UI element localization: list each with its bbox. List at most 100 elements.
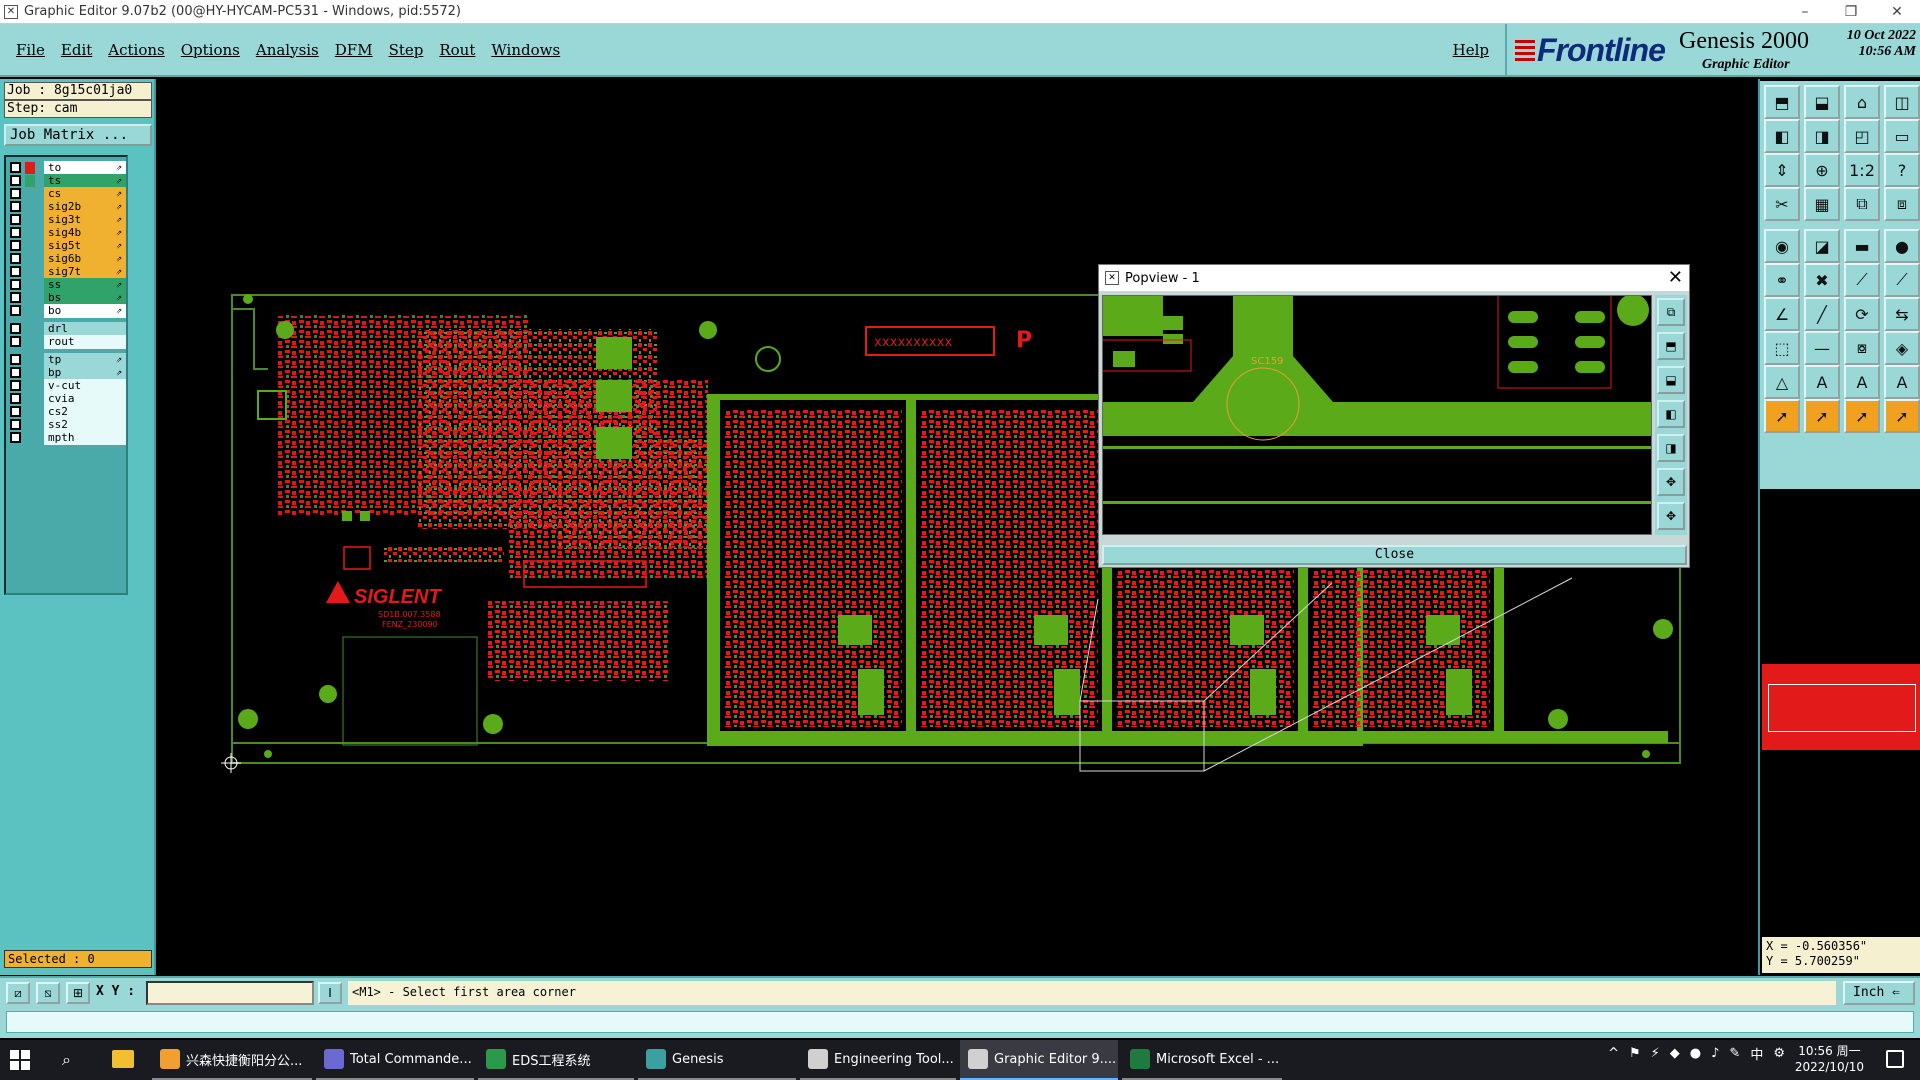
popview-tool-5[interactable]: ◨ — [1657, 434, 1685, 462]
tool-button-11[interactable]: 1:2 — [1844, 153, 1880, 187]
layer-name[interactable]: ss — [44, 278, 126, 292]
tray-icon-4[interactable]: ◆ — [1670, 1046, 1680, 1061]
layer-checkbox[interactable] — [10, 266, 21, 277]
tool-button-37[interactable]: ➚ — [1764, 399, 1800, 433]
layer-name[interactable]: mpth — [44, 431, 126, 445]
layer-checkbox[interactable] — [10, 323, 21, 334]
tool-button-16[interactable]: ⧈ — [1884, 187, 1920, 221]
popview-tool-4[interactable]: ◧ — [1657, 400, 1685, 428]
layer-color-swatch[interactable] — [25, 432, 35, 444]
layer-name[interactable]: cs — [44, 187, 126, 201]
layer-color-swatch[interactable] — [25, 292, 35, 304]
layer-color-swatch[interactable] — [25, 266, 35, 278]
layer-color-swatch[interactable] — [25, 393, 35, 405]
layer-color-swatch[interactable] — [25, 367, 35, 379]
tool-button-28[interactable]: ⇆ — [1884, 297, 1920, 331]
layer-color-swatch[interactable] — [25, 253, 35, 265]
menu-analysis[interactable]: Analysis — [256, 41, 319, 59]
tool-button-32[interactable]: ◈ — [1884, 331, 1920, 365]
layer-name[interactable]: v-cut — [44, 379, 126, 393]
layer-name[interactable]: bs — [44, 291, 126, 305]
layer-checkbox[interactable] — [10, 419, 21, 430]
menu-step[interactable]: Step — [389, 41, 424, 59]
tool-button-19[interactable]: ▬ — [1844, 229, 1880, 263]
close-window-button[interactable]: ✕ — [1874, 0, 1920, 24]
tool-button-7[interactable]: ◰ — [1844, 119, 1880, 153]
snap-tool-1-icon[interactable]: ⧄ — [6, 982, 30, 1004]
taskbar-app-6[interactable]: Graphic Editor 9.... — [960, 1040, 1118, 1080]
taskbar-app-4[interactable]: Genesis — [638, 1040, 796, 1080]
layer-row-sig2b[interactable]: sig2b ⇗ — [8, 200, 126, 214]
popview-close-button[interactable]: Close — [1102, 545, 1687, 565]
menu-rout[interactable]: Rout — [439, 41, 475, 59]
windows-start-icon[interactable] — [10, 1050, 30, 1070]
layer-checkbox[interactable] — [10, 380, 21, 391]
restore-button[interactable]: ❐ — [1828, 0, 1874, 24]
layer-name[interactable]: sig5t — [44, 239, 126, 253]
layer-color-swatch[interactable] — [25, 279, 35, 291]
layer-row-cs2[interactable]: cs2 — [8, 405, 126, 419]
layer-row-sig5t[interactable]: sig5t ⇗ — [8, 239, 126, 253]
menu-edit[interactable]: Edit — [61, 41, 92, 59]
layer-row-sig4b[interactable]: sig4b ⇗ — [8, 226, 126, 240]
tool-button-18[interactable]: ◪ — [1804, 229, 1840, 263]
menu-windows[interactable]: Windows — [491, 41, 560, 59]
tool-button-5[interactable]: ◧ — [1764, 119, 1800, 153]
tool-button-14[interactable]: ▦ — [1804, 187, 1840, 221]
tray-icon-8[interactable]: 中 — [1750, 1044, 1763, 1063]
layer-name[interactable]: sig2b — [44, 200, 126, 214]
tool-button-9[interactable]: ⇕ — [1764, 153, 1800, 187]
layer-row-rout[interactable]: rout — [8, 335, 126, 349]
tray-icon-9[interactable]: ⚙ — [1773, 1046, 1785, 1061]
tool-button-34[interactable]: A — [1804, 365, 1840, 399]
tool-button-12[interactable]: ? — [1884, 153, 1920, 187]
popview-tool-2[interactable]: ⬒ — [1657, 332, 1685, 360]
unit-toggle-button[interactable]: Inch ⇐ — [1843, 981, 1915, 1005]
layer-row-sig6b[interactable]: sig6b ⇗ — [8, 252, 126, 266]
layer-name[interactable]: drl — [44, 322, 126, 336]
tray-icon-3[interactable]: ⚡ — [1651, 1046, 1660, 1061]
layer-checkbox[interactable] — [10, 214, 21, 225]
tool-button-25[interactable]: ∠ — [1764, 297, 1800, 331]
tool-button-23[interactable]: ⟋ — [1844, 263, 1880, 297]
tray-icon-6[interactable]: ♪ — [1711, 1046, 1719, 1061]
layer-color-swatch[interactable] — [25, 323, 35, 335]
layer-color-swatch[interactable] — [25, 354, 35, 366]
layer-row-bp[interactable]: bp ⇗ — [8, 366, 126, 380]
taskbar-app-1[interactable]: 兴森快捷衡阳分公... — [152, 1040, 312, 1080]
menu-file[interactable]: File — [16, 41, 45, 59]
layer-checkbox[interactable] — [10, 305, 21, 316]
tool-button-15[interactable]: ⧉ — [1844, 187, 1880, 221]
layer-color-swatch[interactable] — [25, 240, 35, 252]
layer-checkbox[interactable] — [10, 354, 21, 365]
layer-color-swatch[interactable] — [25, 419, 35, 431]
layer-color-swatch[interactable] — [25, 214, 35, 226]
tool-button-38[interactable]: ➚ — [1804, 399, 1840, 433]
layer-color-swatch[interactable] — [25, 188, 35, 200]
layer-row-v-cut[interactable]: v-cut — [8, 379, 126, 393]
layer-row-to[interactable]: to ⇗ — [8, 161, 126, 175]
layer-color-swatch[interactable] — [25, 380, 35, 392]
layer-color-swatch[interactable] — [25, 162, 35, 174]
layer-checkbox[interactable] — [10, 432, 21, 443]
layer-name[interactable]: tp — [44, 353, 126, 367]
menu-help[interactable]: Help — [1453, 41, 1489, 59]
layer-checkbox[interactable] — [10, 253, 21, 264]
layer-checkbox[interactable] — [10, 188, 21, 199]
layer-row-bs[interactable]: bs ⇗ — [8, 291, 126, 305]
tool-button-1[interactable]: ⬒ — [1764, 85, 1800, 119]
layer-checkbox[interactable] — [10, 279, 21, 290]
layer-name[interactable]: cs2 — [44, 405, 126, 419]
layer-name[interactable]: sig4b — [44, 226, 126, 240]
layer-row-bo[interactable]: bo ⇗ — [8, 304, 126, 318]
popview-tool-3[interactable]: ⬓ — [1657, 366, 1685, 394]
layer-checkbox[interactable] — [10, 175, 21, 186]
tool-button-39[interactable]: ➚ — [1844, 399, 1880, 433]
layer-color-swatch[interactable] — [25, 175, 35, 187]
layer-row-tp[interactable]: tp ⇗ — [8, 353, 126, 367]
menu-dfm[interactable]: DFM — [335, 41, 373, 59]
tool-button-40[interactable]: ➚ — [1884, 399, 1920, 433]
tool-button-29[interactable]: ⬚ — [1764, 331, 1800, 365]
popview-tool-1[interactable]: ⧉ — [1657, 298, 1685, 326]
tool-button-27[interactable]: ⟳ — [1844, 297, 1880, 331]
